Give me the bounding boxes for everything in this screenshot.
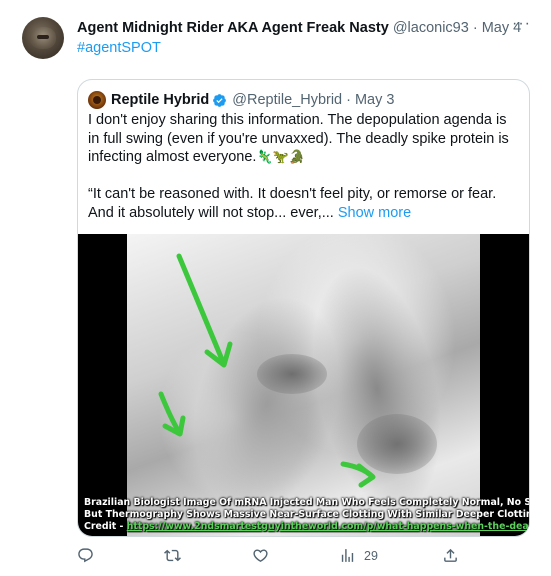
more-options-icon[interactable]: ··· bbox=[512, 15, 531, 33]
thermography-photo bbox=[127, 234, 480, 536]
author-name[interactable]: Agent Midnight Rider AKA Agent Freak Nas… bbox=[77, 20, 389, 36]
reply-button[interactable] bbox=[77, 547, 94, 564]
share-icon bbox=[444, 548, 457, 562]
like-button[interactable] bbox=[252, 547, 269, 564]
retweet-button[interactable] bbox=[164, 547, 181, 564]
reptile-emoji: 🦎🦖🐊 bbox=[256, 149, 306, 164]
author-avatar[interactable] bbox=[22, 17, 64, 59]
avatar-sunglasses bbox=[37, 35, 49, 39]
caption-line-2: But Thermography Shows Massive Near-Surf… bbox=[84, 509, 529, 520]
quoted-tweet-text: I don't enjoy sharing this information. … bbox=[88, 111, 520, 222]
analytics-icon bbox=[341, 549, 354, 562]
verified-badge-icon bbox=[213, 93, 227, 107]
quoted-text-2: “It can't be reasoned with. It doesn't f… bbox=[88, 186, 497, 221]
show-more-link[interactable]: Show more bbox=[338, 205, 411, 221]
quoted-text-paragraph-2: “It can't be reasoned with. It doesn't f… bbox=[88, 185, 520, 222]
separator-dot: · bbox=[472, 20, 478, 36]
quoted-author-avatar[interactable] bbox=[88, 91, 106, 109]
media-image[interactable]: Brazilian Biologist Image Of mRNA Inject… bbox=[78, 234, 530, 536]
media-caption: Brazilian Biologist Image Of mRNA Inject… bbox=[84, 497, 530, 533]
author-handle[interactable]: @laconic93 bbox=[393, 20, 469, 36]
tweet-action-bar: 29 bbox=[77, 547, 532, 567]
tweet-header: Agent Midnight Rider AKA Agent Freak Nas… bbox=[77, 15, 531, 37]
heart-icon bbox=[253, 549, 268, 562]
hashtag-link[interactable]: #agentSPOT bbox=[77, 40, 161, 56]
separator-dot: · bbox=[346, 92, 351, 108]
quoted-author-name[interactable]: Reptile Hybrid bbox=[111, 91, 209, 109]
views-count: 29 bbox=[364, 548, 378, 563]
retweet-icon bbox=[164, 549, 181, 562]
views-button[interactable]: 29 bbox=[339, 547, 378, 564]
caption-line-1: Brazilian Biologist Image Of mRNA Inject… bbox=[84, 497, 530, 508]
quoted-tweet[interactable]: Reptile Hybrid @Reptile_Hybrid · May 3 I… bbox=[77, 79, 530, 537]
share-button[interactable] bbox=[442, 547, 459, 564]
quoted-author-handle[interactable]: @Reptile_Hybrid bbox=[232, 91, 342, 109]
caption-credit: Credit - bbox=[84, 521, 124, 532]
quoted-tweet-header: Reptile Hybrid @Reptile_Hybrid · May 3 bbox=[88, 91, 394, 109]
quoted-tweet-date[interactable]: May 3 bbox=[355, 91, 395, 109]
caption-link: https://www.2ndsmartestguyintheworld.com… bbox=[126, 521, 530, 532]
reply-icon bbox=[78, 548, 93, 563]
quoted-text-paragraph-1: I don't enjoy sharing this information. … bbox=[88, 111, 520, 167]
caption-line-3: Credit - https://www.2ndsmartestguyinthe… bbox=[84, 521, 529, 533]
green-arrows-overlay bbox=[158, 253, 376, 488]
